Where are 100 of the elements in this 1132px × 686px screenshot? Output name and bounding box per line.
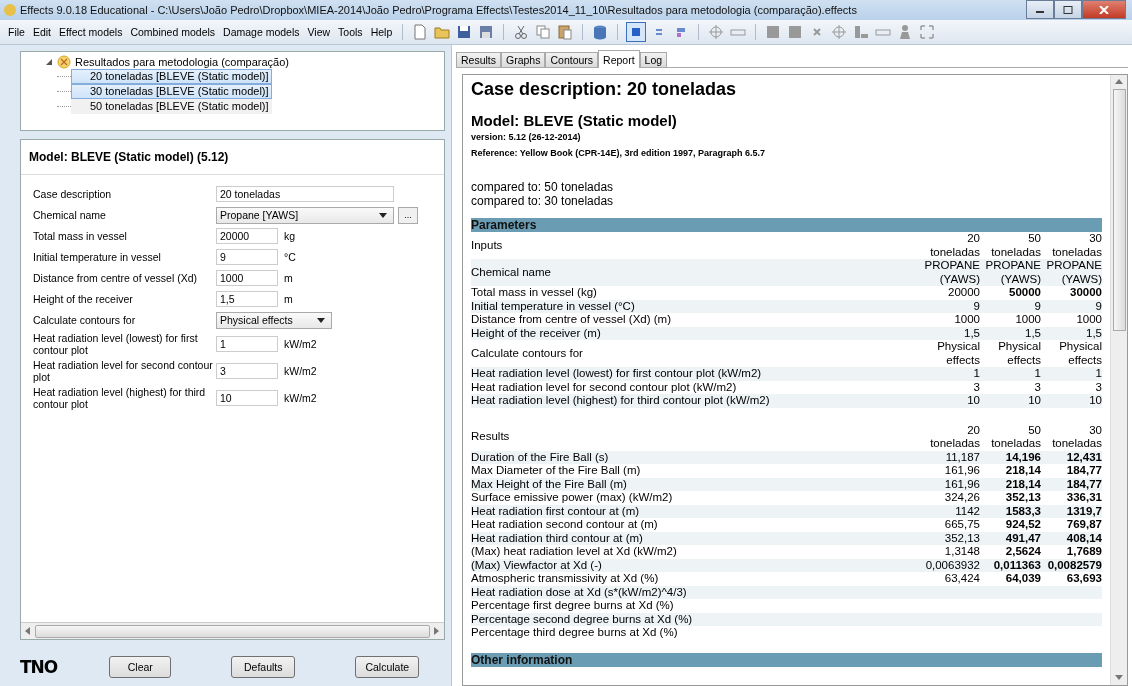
tree-item[interactable]: 20 toneladas [BLEVE (Static model)] (71, 69, 272, 84)
table-cell-text: 0,011363 (992, 558, 1041, 572)
tab[interactable]: Results (456, 52, 501, 67)
menu-item[interactable]: Help (366, 26, 397, 38)
bar-chart-icon[interactable] (852, 23, 871, 41)
table-cell-text: (Max) heat radiation level at Xd (kW/m2) (471, 545, 678, 559)
table-cell-text: 0,0063932 (924, 558, 980, 572)
left-arrow-icon[interactable] (25, 627, 31, 635)
table-cell-text: 10 (966, 394, 980, 408)
table-cell-text: 63,424 (943, 572, 980, 586)
vertical-scrollbar[interactable] (1110, 75, 1127, 685)
table-cell-text: 218,14 (1004, 477, 1041, 491)
table-cell-text: 9 (1094, 299, 1102, 313)
comparison-text: compared to: 50 toneladas (471, 180, 615, 194)
table-cell-text: 184,77 (1065, 477, 1102, 491)
table-cell-text: 63,693 (1065, 572, 1102, 586)
input-field[interactable]: 1000 (216, 270, 278, 286)
maximize-button[interactable] (1054, 0, 1082, 19)
up-arrow-icon[interactable] (1115, 79, 1123, 85)
tab[interactable]: Log (639, 52, 668, 67)
tree-item[interactable]: 30 toneladas [BLEVE (Static model)] (71, 84, 272, 99)
down-arrow-icon[interactable] (1115, 675, 1123, 681)
table-cell-text: 50 toneladas (990, 232, 1041, 259)
model-heading: Model: BLEVE (Static model) (471, 112, 678, 129)
crosshair-icon[interactable] (830, 23, 849, 41)
table-cell-text: Heat radiation level for second contour plot (kW/m2) (471, 380, 738, 394)
app-icon (4, 4, 16, 16)
minimize-button[interactable] (1026, 0, 1054, 19)
table-cell-text: 50000 (1008, 286, 1041, 300)
single-view-icon[interactable] (626, 22, 647, 42)
table-cell-text: 924,52 (1004, 518, 1041, 532)
table-cell-text: 161,96 (943, 464, 980, 478)
unit-label: °C (284, 251, 296, 263)
unit-label: m (284, 272, 293, 284)
menu-item[interactable]: Combined models (126, 26, 220, 38)
report-title: Case description: 20 toneladas (471, 79, 738, 100)
action-button[interactable]: Defaults (231, 656, 296, 678)
effects-icon (56, 55, 72, 69)
table-cell-text: 184,77 (1065, 464, 1102, 478)
table-cell-text: 1,5 (1024, 326, 1041, 340)
copy-icon[interactable] (534, 23, 553, 41)
table-cell-text: Percentage third degree burns at Xd (%) (471, 626, 679, 640)
input-field[interactable]: 1 (216, 336, 278, 352)
field-label: Calculate contours for (33, 314, 137, 326)
table-cell-text: Atmospheric transmissivity at Xd (%) (471, 572, 660, 586)
table-cell-text: 1,5 (1085, 326, 1102, 340)
table-cell-text: 161,96 (943, 477, 980, 491)
window-title: Effects 9.0.18 Educational - C:\Users\João Pedro\Dropbox\MIEA-2014\João Pedro\Programa Effects\Testes2014_11_10\Resultados para metodologia (comparação).effects (20, 4, 858, 16)
tab[interactable]: Graphs (501, 52, 546, 67)
dropdown[interactable]: Physical effects (216, 311, 332, 329)
field-label: Distance from centre of vessel (Xd) (33, 272, 198, 284)
table-cell-text: Chemical name (471, 265, 552, 280)
table-cell-text: Physical effects (1058, 340, 1102, 367)
tree-item[interactable]: Resultados para metodologia (comparação) (75, 56, 289, 68)
table-cell-text: 352,13 (943, 531, 980, 545)
action-button[interactable]: Calculate (355, 656, 420, 678)
caret-icon (379, 212, 387, 218)
table-cell-text: Calculate contours for (471, 346, 584, 361)
input-field[interactable]: 3 (216, 363, 278, 379)
tab[interactable]: Report (598, 50, 640, 68)
table-cell-text: 9 (972, 299, 980, 313)
table-cell-text: PROPANE (YAWS) (1045, 259, 1102, 286)
table-cell-text: 64,039 (1004, 572, 1041, 586)
table-cell-text: 9 (1033, 299, 1041, 313)
horizontal-scrollbar[interactable] (21, 622, 444, 639)
input-field[interactable]: 20000 (216, 228, 278, 244)
input-field[interactable]: 9 (216, 249, 278, 265)
table-cell-text: 20000 (947, 286, 980, 300)
crosshair-icon[interactable] (707, 23, 726, 41)
close-button[interactable] (1082, 0, 1126, 19)
input-field[interactable]: 1,5 (216, 291, 278, 307)
menu-item[interactable]: Tools (334, 26, 367, 38)
table-cell-text: (Max) Viewfactor at Xd (-) (471, 558, 603, 572)
paste-icon[interactable] (556, 23, 575, 41)
field-label: Case description (33, 188, 113, 200)
action-button[interactable]: Clear (109, 656, 172, 678)
table-cell-text: 1319,7 (1065, 504, 1102, 518)
right-arrow-icon[interactable] (434, 627, 440, 635)
unit-label: kg (284, 230, 296, 242)
table-cell-text: 769,87 (1065, 518, 1102, 532)
text-field[interactable]: 20 toneladas (216, 186, 394, 202)
table-cell-text: 1,3148 (943, 545, 980, 559)
menu-item[interactable]: View (303, 26, 335, 38)
browse-button[interactable]: ... (398, 206, 418, 224)
tree-item[interactable]: 50 toneladas [BLEVE (Static model)] (71, 99, 272, 114)
menu-item[interactable]: Effect models (55, 26, 127, 38)
table-cell-text: Heat radiation dose at Xd (s*(kW/m2)^4/3) (471, 585, 688, 599)
input-field[interactable]: 10 (216, 390, 278, 406)
table-cell-text: Inputs (471, 238, 504, 253)
dropdown[interactable]: Propane [YAWS] (216, 206, 394, 224)
table-cell-text: 11,187 (944, 450, 980, 464)
tab[interactable]: Contours (545, 52, 599, 67)
menu-item[interactable]: Damage models (219, 26, 304, 38)
table-cell-text: 336,31 (1065, 491, 1102, 505)
menu-item[interactable]: Edit (28, 26, 55, 38)
menu-item[interactable]: File (4, 26, 29, 38)
field-label: Height of the receiver (33, 293, 134, 305)
table-cell-text: 1 (1094, 367, 1102, 381)
expand-icon[interactable] (918, 23, 937, 41)
table-cell-text: Max Diameter of the Fire Ball (m) (471, 464, 642, 478)
